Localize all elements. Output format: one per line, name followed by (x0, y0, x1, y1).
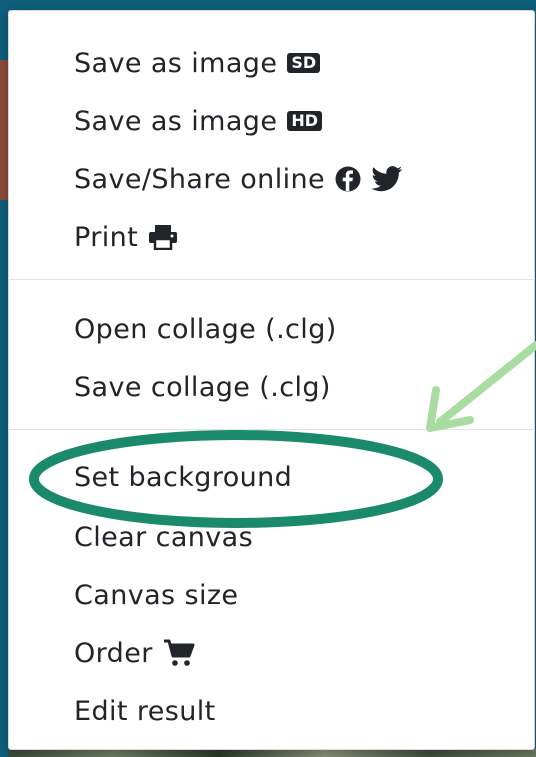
menu-item-save-share-online[interactable]: Save/Share online (74, 159, 403, 199)
printer-icon (148, 224, 178, 250)
menu-item-label: Edit result (74, 695, 216, 727)
twitter-icon (371, 166, 403, 192)
menu-item-save-collage[interactable]: Save collage (.clg) (74, 367, 331, 407)
background-canvas-image (8, 749, 536, 757)
menu-item-order[interactable]: Order (74, 633, 195, 673)
facebook-icon (335, 166, 361, 192)
menu-divider (9, 279, 534, 280)
menu-item-label: Save/Share online (74, 163, 326, 195)
menu-item-label: Open collage (.clg) (74, 313, 337, 345)
menu-item-open-collage[interactable]: Open collage (.clg) (74, 309, 337, 349)
hd-badge-icon: HD (287, 111, 323, 131)
menu-item-clear-canvas[interactable]: Clear canvas (74, 517, 253, 557)
menu-divider (9, 429, 534, 430)
menu-item-label: Print (74, 221, 139, 253)
menu-item-edit-result[interactable]: Edit result (74, 691, 216, 731)
menu-item-canvas-size[interactable]: Canvas size (74, 575, 238, 615)
menu-item-label: Save as image (74, 47, 278, 79)
menu-item-label: Clear canvas (74, 521, 254, 553)
background-canvas-edge (0, 60, 8, 200)
menu-item-label: Save collage (.clg) (74, 371, 331, 403)
menu-item-save-image-sd[interactable]: Save as image SD (74, 43, 321, 83)
menu-item-print[interactable]: Print (74, 217, 178, 257)
menu-item-label: Canvas size (74, 579, 239, 611)
shopping-cart-icon (163, 639, 195, 667)
menu-item-label: Save as image (74, 105, 278, 137)
menu-item-label: Order (74, 637, 153, 669)
menu-item-label: Set background (74, 461, 293, 493)
sd-badge-icon: SD (287, 53, 321, 73)
menu-item-save-image-hd[interactable]: Save as image HD (74, 101, 323, 141)
context-menu: Save as image SD Save as image HD Save/S… (8, 10, 535, 750)
menu-item-set-background[interactable]: Set background (74, 457, 292, 497)
